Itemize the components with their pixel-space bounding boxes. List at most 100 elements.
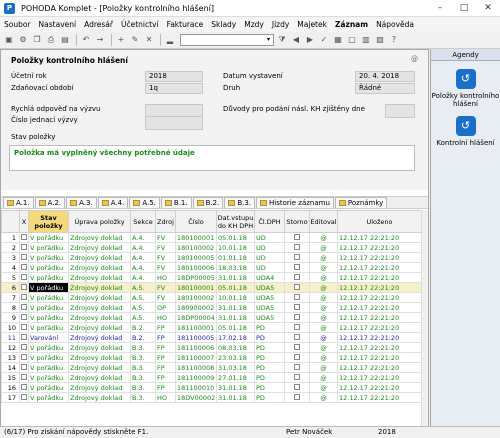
arrow-icon[interactable]: → (94, 34, 106, 46)
row-checkbox[interactable] (21, 293, 27, 300)
table-icon[interactable]: ▧ (374, 34, 386, 46)
storno-checkbox[interactable] (294, 283, 300, 290)
table-row[interactable]: 10 V pořádku Zdrojový doklad B.2. FP 18110000… (1, 322, 422, 333)
table-row[interactable]: 8 V pořádku Zdrojový doklad A.5. OP 180900002… (1, 302, 422, 313)
storno-checkbox[interactable] (294, 333, 300, 340)
row-checkbox[interactable] (21, 373, 27, 380)
print-icon[interactable]: ⎙ (45, 34, 57, 46)
row-checkbox[interactable] (21, 253, 27, 260)
layout-icon[interactable]: ▥ (360, 34, 372, 46)
row-checkbox[interactable] (21, 313, 27, 320)
storno-checkbox[interactable] (294, 353, 300, 360)
column-header[interactable]: Čl.DPH (254, 210, 285, 233)
storno-checkbox[interactable] (294, 383, 300, 390)
table-row[interactable]: 6 V pořádku Zdrojový doklad A.5. FV 180100001… (1, 282, 422, 293)
copy-icon[interactable]: ❐ (31, 34, 43, 46)
storno-checkbox[interactable] (294, 293, 300, 300)
add-icon[interactable]: + (115, 34, 127, 46)
check-icon[interactable]: ✓ (318, 34, 330, 46)
undo-icon[interactable]: ↶ (80, 34, 92, 46)
table-row[interactable]: 9 V pořádku Zdrojový doklad A.5. HO 18DP00004… (1, 312, 422, 323)
row-checkbox[interactable] (21, 243, 27, 250)
table-row[interactable]: 15 V pořádku Zdrojový doklad B.3. FP 18110000… (1, 372, 422, 383)
storno-checkbox[interactable] (294, 273, 300, 280)
filter-combo[interactable]: ▾ (180, 34, 274, 46)
row-checkbox[interactable] (21, 323, 27, 330)
table-row[interactable]: 7 V pořádku Zdrojový doklad A.5. FV 180100002… (1, 292, 422, 303)
edit-icon[interactable]: ✎ (129, 34, 141, 46)
table-row[interactable]: 17 V pořádku Zdrojový doklad B.3. HO 18DV0000… (1, 392, 422, 403)
close-button[interactable]: ✕ (476, 0, 500, 17)
tab[interactable]: A.3. (66, 197, 97, 208)
column-header[interactable]: X (19, 210, 29, 233)
menu-item[interactable]: Sklady (211, 20, 236, 29)
save-icon[interactable]: ▣ (3, 34, 15, 46)
row-checkbox[interactable] (21, 303, 27, 310)
row-checkbox[interactable] (21, 263, 27, 270)
storno-checkbox[interactable] (294, 343, 300, 350)
storno-checkbox[interactable] (294, 393, 300, 400)
filter-icon[interactable]: ⧩ (276, 34, 288, 46)
delete-icon[interactable]: ✕ (143, 34, 155, 46)
storno-checkbox[interactable] (294, 323, 300, 330)
tab[interactable]: B.3. (224, 197, 256, 208)
menu-item[interactable]: Jízdy (272, 20, 289, 29)
menu-item[interactable]: Mzdy (244, 20, 264, 29)
menu-item[interactable]: Účetnictví (121, 20, 159, 29)
agenda-item-kontrolni[interactable]: ↺ Kontrolní hlášení (431, 116, 500, 147)
column-header[interactable]: Uloženo (337, 210, 422, 233)
table-row[interactable]: 11 Varování Zdrojový doklad B.2. FP 181100005… (1, 332, 422, 343)
row-checkbox[interactable] (21, 283, 27, 290)
duvody-field[interactable] (385, 104, 415, 118)
grid-icon[interactable]: ▦ (332, 34, 344, 46)
row-checkbox[interactable] (21, 383, 27, 390)
table-row[interactable]: 16 V pořádku Zdrojový doklad B.3. FP 18110001… (1, 382, 422, 393)
storno-checkbox[interactable] (294, 253, 300, 260)
menu-item[interactable]: Fakturace (167, 20, 204, 29)
folder-icon[interactable]: ▤ (59, 34, 71, 46)
maximize-button[interactable]: □ (452, 0, 476, 17)
row-checkbox[interactable] (21, 353, 27, 360)
menu-item[interactable]: Záznam (335, 20, 368, 29)
column-header[interactable]: Dat.vstupu do KH DPH (216, 210, 255, 233)
first-icon[interactable]: ◀ (290, 34, 302, 46)
row-checkbox[interactable] (21, 333, 27, 340)
column-header[interactable]: Úprava položky (68, 210, 131, 233)
row-checkbox[interactable] (21, 393, 27, 400)
table-row[interactable]: 14 V pořádku Zdrojový doklad B.3. FP 18110000… (1, 362, 422, 373)
storno-checkbox[interactable] (294, 373, 300, 380)
menu-item[interactable]: Nastavení (39, 20, 77, 29)
column-header[interactable]: Zdroj (155, 210, 176, 233)
storno-checkbox[interactable] (294, 243, 300, 250)
row-checkbox[interactable] (21, 273, 27, 280)
menu-item[interactable]: Nápověda (376, 20, 414, 29)
datum-field[interactable]: 20. 4. 2018 (355, 71, 415, 82)
storno-checkbox[interactable] (294, 233, 300, 240)
grid-scrollbar[interactable] (421, 210, 428, 427)
column-header[interactable] (1, 210, 20, 233)
chart-icon[interactable]: ▂ (164, 34, 176, 46)
doc-icon[interactable]: □ (346, 34, 358, 46)
menu-item[interactable]: Adresář (84, 20, 113, 29)
column-header[interactable]: Sekce (130, 210, 156, 233)
table-row[interactable]: 2 V pořádku Zdrojový doklad A.4. FV 180100002… (1, 242, 422, 253)
tab[interactable]: A.1. (3, 197, 34, 208)
column-header[interactable]: Stav položky (28, 210, 69, 233)
tab[interactable]: A.5. (129, 197, 160, 208)
minimize-button[interactable]: – (428, 0, 452, 17)
storno-checkbox[interactable] (294, 313, 300, 320)
storno-checkbox[interactable] (294, 363, 300, 370)
table-row[interactable]: 5 V pořádku Zdrojový doklad A.4. HO 18DP00005… (1, 272, 422, 283)
table-row[interactable]: 1 V pořádku Zdrojový doklad A.4. FV 180100001… (1, 232, 422, 243)
menu-item[interactable]: Majetek (297, 20, 327, 29)
table-row[interactable]: 4 V pořádku Zdrojový doklad A.4. FV 180100006… (1, 262, 422, 273)
druh-field[interactable]: Řádné (355, 83, 415, 94)
row-checkbox[interactable] (21, 343, 27, 350)
tab[interactable]: A.4. (97, 197, 129, 208)
tab[interactable]: Historie záznamu (256, 197, 334, 208)
storno-checkbox[interactable] (294, 263, 300, 270)
settings-icon[interactable]: ⚙ (17, 34, 29, 46)
agenda-item-polozky[interactable]: ↺ Položky kontrolního hlášení (431, 69, 500, 108)
tab[interactable]: B.2. (192, 197, 224, 208)
row-checkbox[interactable] (21, 363, 27, 370)
